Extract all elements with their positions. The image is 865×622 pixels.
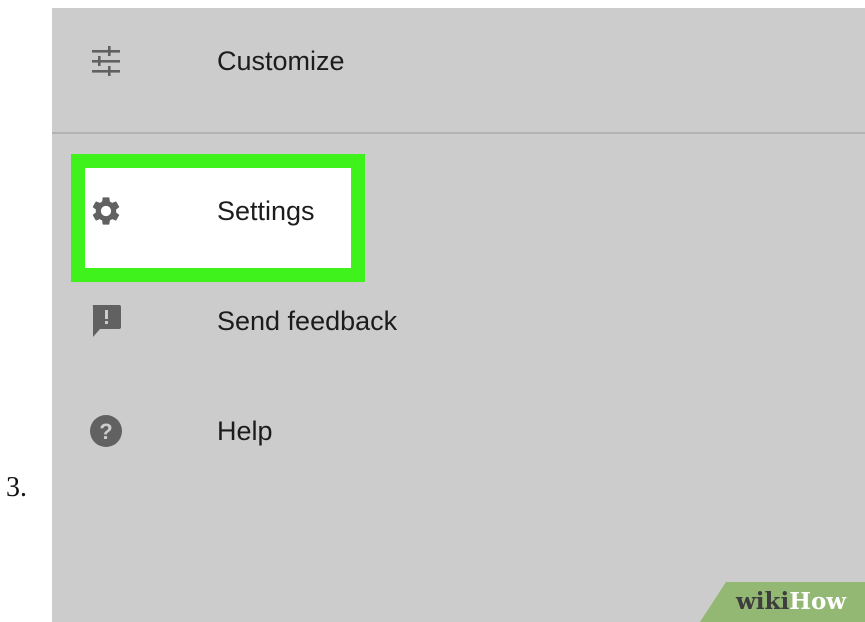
watermark-wiki: wiki	[736, 588, 790, 615]
menu-item-label: Customize	[217, 45, 345, 76]
menu-item-settings[interactable]: Settings	[52, 166, 865, 256]
menu-item-label: Settings	[217, 195, 315, 226]
feedback-icon	[88, 303, 124, 339]
step-number: 3.	[6, 472, 27, 503]
sliders-icon	[88, 43, 124, 79]
watermark-how: How	[789, 588, 847, 615]
menu-item-label: Send feedback	[217, 305, 398, 336]
help-icon: ?	[88, 413, 124, 449]
menu-item-help[interactable]: ? Help	[52, 386, 865, 476]
menu-item-label: Help	[217, 415, 273, 446]
wikihow-watermark: wikiHow	[700, 582, 865, 622]
menu-panel: Customize Settings Send feedback ? Help …	[52, 8, 865, 622]
menu-item-send-feedback[interactable]: Send feedback	[52, 276, 865, 366]
menu-item-customize[interactable]: Customize	[52, 16, 865, 106]
gear-icon	[88, 193, 124, 229]
menu-divider	[52, 132, 865, 134]
svg-text:?: ?	[99, 419, 112, 444]
